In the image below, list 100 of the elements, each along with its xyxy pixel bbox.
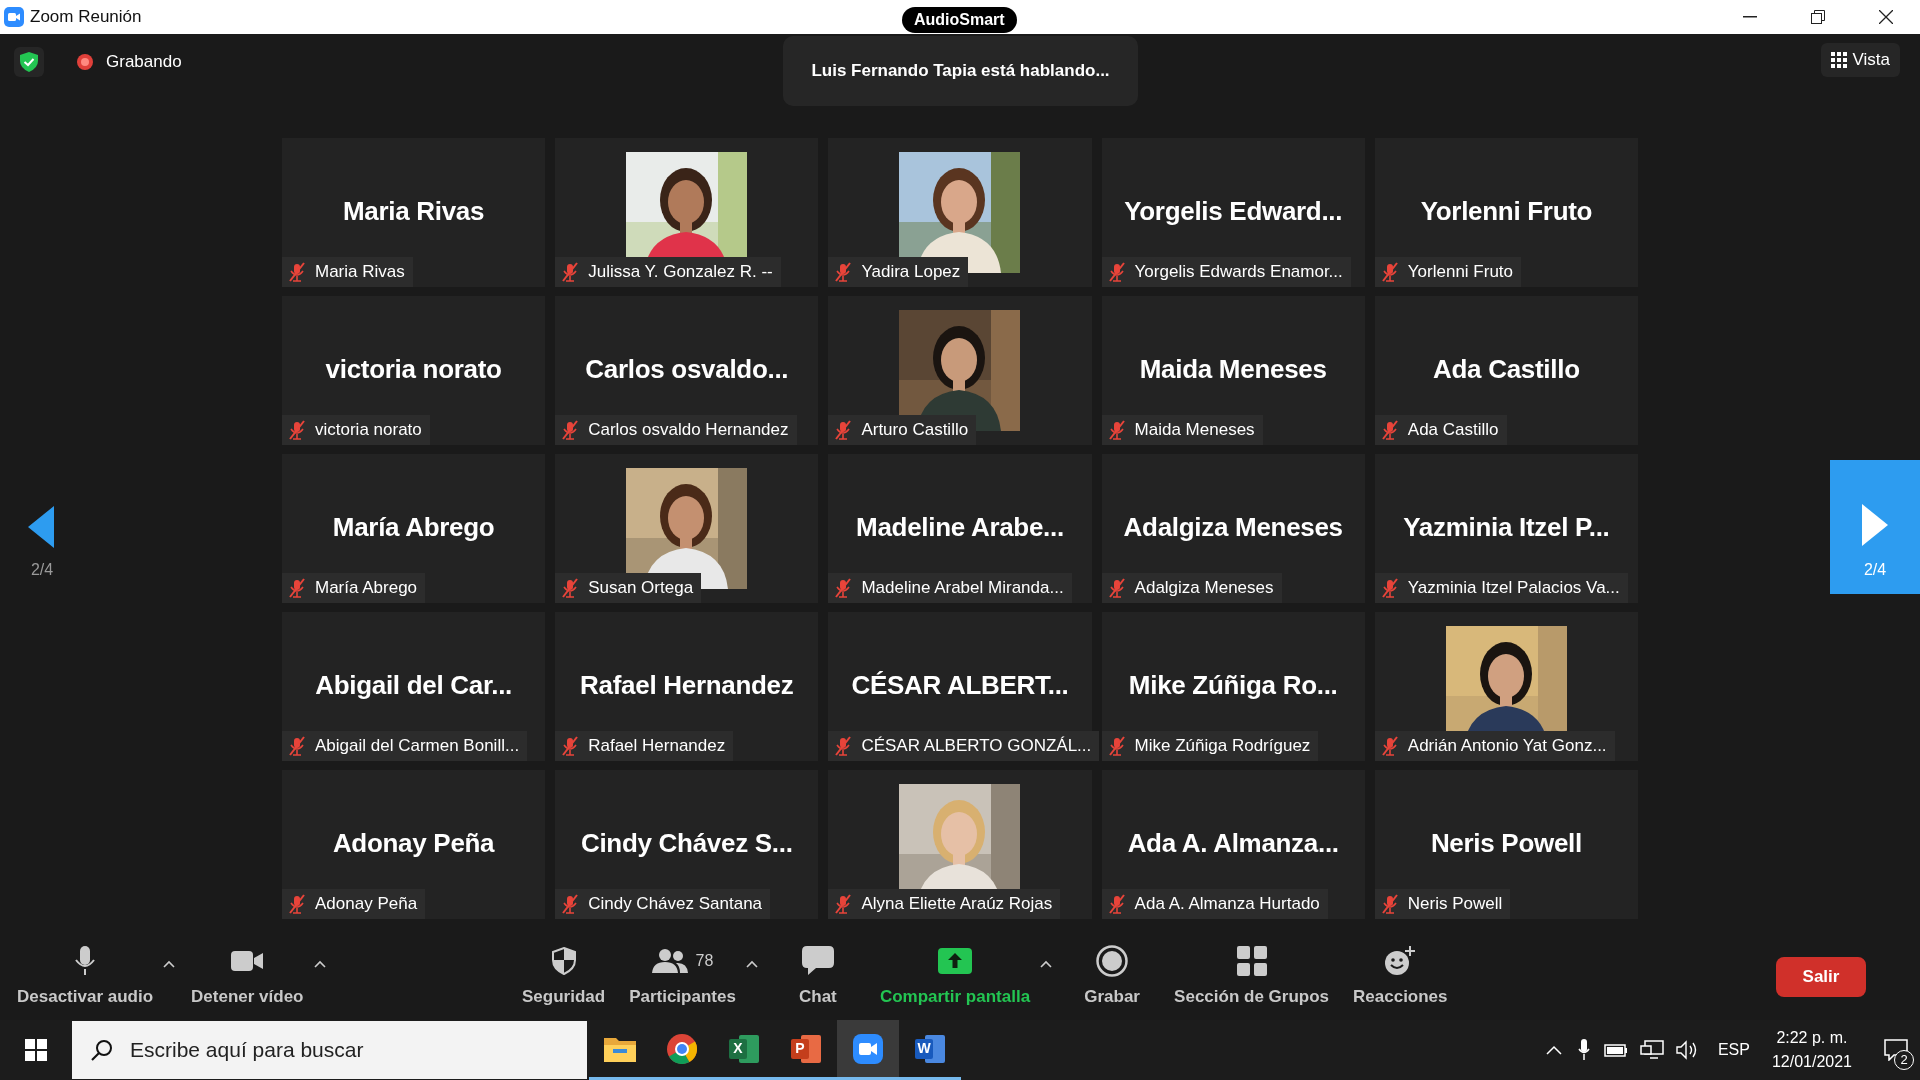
record-icon: [1096, 945, 1129, 978]
recording-label: Grabando: [106, 51, 182, 74]
chat-icon: [801, 946, 834, 977]
toolbar-button[interactable]: Compartir pantalla: [877, 944, 1033, 1010]
participant-name: Maria Rivas: [315, 261, 405, 284]
options-caret[interactable]: [1040, 960, 1053, 969]
participant-display-name: Yazminia Itzel P...: [1403, 511, 1610, 544]
participant-name: Yorgelis Edwards Enamor...: [1134, 261, 1343, 284]
folder-icon: [604, 1035, 636, 1062]
clock[interactable]: 2:22 p. m. 12/01/2021: [1771, 1026, 1852, 1074]
participant-name: Neris Powell: [1407, 893, 1503, 916]
participant-name: Mike Zúñiga Rodríguez: [1134, 735, 1311, 758]
participant-name: Adalgiza Meneses: [1134, 577, 1274, 600]
participant-name: Susan Ortega: [588, 577, 694, 600]
previous-page-button[interactable]: [28, 506, 56, 548]
toolbar-button[interactable]: Seguridad: [520, 944, 608, 1010]
caret-up-icon: [163, 960, 176, 969]
microphone-icon[interactable]: [1577, 1039, 1590, 1061]
participant-display-name: Maria Rivas: [342, 195, 485, 228]
participant-display-name: Ada Castillo: [1433, 353, 1580, 386]
participant-display-name: Maida Meneses: [1139, 353, 1327, 386]
participant-name: María Abrego: [315, 577, 418, 600]
participant-display-name: Rafael Hernandez: [580, 669, 794, 702]
participant-name: Rafael Hernandez: [588, 735, 726, 758]
minimize-icon: [1743, 16, 1757, 18]
toolbar-button[interactable]: Reacciones: [1351, 944, 1450, 1010]
participant-display-name: Cindy Chávez S...: [580, 827, 793, 860]
grid-icon: [1830, 52, 1847, 68]
window-title: Zoom Reunión: [30, 6, 142, 29]
participant-display-name: Neris Powell: [1430, 827, 1582, 860]
options-caret[interactable]: [745, 960, 758, 969]
participant-name: victoria norato: [315, 419, 422, 442]
toolbar-button[interactable]: 78 Participantes: [627, 944, 738, 1010]
browser-icon: [667, 1033, 697, 1064]
video-camera-icon: [231, 950, 264, 973]
participant-display-name: Ada A. Almanza...: [1127, 827, 1339, 860]
video-camera-icon: [853, 1033, 883, 1064]
taskbar-app[interactable]: [837, 1020, 899, 1080]
caret-up-icon: [313, 960, 326, 969]
participant-name: Adonay Peña: [315, 893, 418, 916]
battery-icon[interactable]: [1603, 1042, 1628, 1058]
participant-display-name: Yorlenni Fruto: [1420, 195, 1593, 228]
restore-icon: [1811, 10, 1825, 24]
participant-name: Maida Meneses: [1134, 419, 1255, 442]
toolbar-button[interactable]: Detener vídeo: [189, 944, 306, 1010]
participant-name: Cindy Chávez Santana: [588, 893, 763, 916]
shield-icon: [551, 947, 576, 976]
participant-name: Ada A. Almanza Hurtado: [1134, 893, 1320, 916]
participant-name: Madeline Arabel Miranda...: [861, 577, 1064, 600]
shield-icon[interactable]: [20, 52, 38, 72]
notifications-button[interactable]: 2: [1872, 1020, 1920, 1080]
options-caret[interactable]: [163, 960, 176, 969]
toolbar-button[interactable]: Desactivar audio: [15, 944, 156, 1010]
leave-button[interactable]: Salir: [1776, 957, 1866, 997]
caret-up-icon[interactable]: [1545, 1045, 1562, 1055]
page-indicator: 2/4: [30, 560, 54, 580]
speaker-notification: Luis Fernando Tapia está hablando...: [783, 36, 1138, 106]
reactions-icon: [1384, 946, 1417, 977]
participant-name: Yazminia Itzel Palacios Va...: [1407, 577, 1620, 600]
participant-name: Abigail del Carmen Bonill...: [315, 735, 520, 758]
taskbar-app[interactable]: X: [713, 1020, 775, 1080]
participant-name: Yadira Lopez: [861, 261, 961, 284]
participants-icon: [651, 949, 688, 974]
participant-display-name: CÉSAR ALBERT...: [851, 669, 1069, 702]
options-caret[interactable]: [313, 960, 326, 969]
share-screen-icon: [938, 948, 972, 975]
participant-display-name: María Abrego: [332, 511, 495, 544]
left-arrow-icon: [28, 506, 56, 548]
participant-name: CÉSAR ALBERTO GONZÁL...: [861, 735, 1092, 758]
caret-up-icon: [745, 960, 758, 969]
taskbar-app[interactable]: W: [899, 1020, 961, 1080]
participant-name: Arturo Castillo: [861, 419, 969, 442]
participant-display-name: Yorgelis Edward...: [1124, 195, 1343, 228]
view-button[interactable]: Vista: [1820, 43, 1900, 77]
participant-name: Julissa Y. Gonzalez R. --: [588, 261, 773, 284]
toolbar-button[interactable]: Grabar: [1072, 944, 1153, 1010]
zoom-logo-icon: [4, 7, 24, 27]
search-icon: [90, 1038, 114, 1062]
toolbar-button[interactable]: Sección de Grupos: [1172, 944, 1332, 1010]
windows-logo-icon: [25, 1039, 47, 1061]
participant-display-name: Carlos osvaldo...: [585, 353, 789, 386]
app-badge: AudioSmart: [902, 7, 1017, 33]
language-indicator[interactable]: ESP: [1717, 1038, 1750, 1062]
breakout-rooms-icon: [1236, 946, 1267, 977]
caret-up-icon: [1040, 960, 1053, 969]
taskbar-search-field[interactable]: Escribe aquí para buscar: [72, 1021, 587, 1079]
participant-name: Carlos osvaldo Hernandez: [588, 419, 789, 442]
toolbar-button[interactable]: Chat: [777, 944, 858, 1010]
participant-name: Ada Castillo: [1407, 419, 1499, 442]
participant-name: Alyna Eliette Araúz Rojas: [861, 893, 1053, 916]
participant-display-name: Adalgiza Meneses: [1123, 511, 1343, 544]
microphone-icon: [75, 946, 96, 977]
participant-name: Adrián Antonio Yat Gonz...: [1407, 735, 1607, 758]
network-icon[interactable]: [1639, 1040, 1664, 1060]
participant-name: Yorlenni Fruto: [1407, 261, 1513, 284]
participant-display-name: Mike Zúñiga Ro...: [1128, 669, 1338, 702]
participant-display-name: Abigail del Car...: [315, 669, 513, 702]
right-arrow-icon: [1862, 504, 1888, 546]
close-icon: [1879, 10, 1893, 24]
participant-display-name: victoria norato: [325, 353, 502, 386]
